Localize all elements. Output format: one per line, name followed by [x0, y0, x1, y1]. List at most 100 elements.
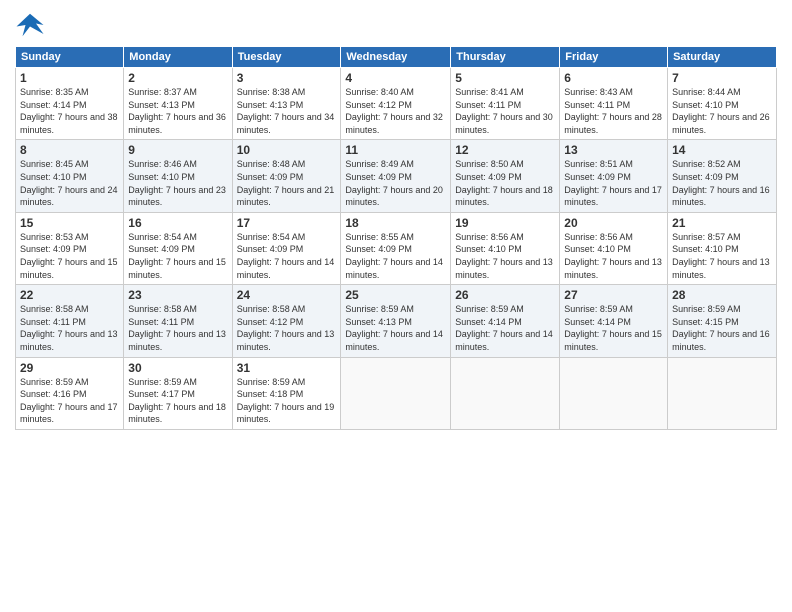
- daylight-text: Daylight: 7 hours and 15 minutes.: [564, 329, 662, 352]
- daylight-text: Daylight: 7 hours and 24 minutes.: [20, 185, 118, 208]
- day-number: 23: [128, 288, 227, 302]
- table-row: 12 Sunrise: 8:50 AM Sunset: 4:09 PM Dayl…: [451, 140, 560, 212]
- sunset-text: Sunset: 4:16 PM: [20, 389, 87, 399]
- calendar-week-row: 8 Sunrise: 8:45 AM Sunset: 4:10 PM Dayli…: [16, 140, 777, 212]
- day-number: 24: [237, 288, 337, 302]
- table-row: 17 Sunrise: 8:54 AM Sunset: 4:09 PM Dayl…: [232, 212, 341, 284]
- sunrise-text: Sunrise: 8:59 AM: [345, 304, 414, 314]
- daylight-text: Daylight: 7 hours and 16 minutes.: [672, 329, 770, 352]
- daylight-text: Daylight: 7 hours and 28 minutes.: [564, 112, 662, 135]
- daylight-text: Daylight: 7 hours and 15 minutes.: [128, 257, 226, 280]
- sunset-text: Sunset: 4:09 PM: [455, 172, 522, 182]
- table-row: 4 Sunrise: 8:40 AM Sunset: 4:12 PM Dayli…: [341, 68, 451, 140]
- day-info: Sunrise: 8:59 AM Sunset: 4:15 PM Dayligh…: [672, 303, 772, 353]
- table-row: 9 Sunrise: 8:46 AM Sunset: 4:10 PM Dayli…: [124, 140, 232, 212]
- calendar-week-row: 22 Sunrise: 8:58 AM Sunset: 4:11 PM Dayl…: [16, 285, 777, 357]
- day-info: Sunrise: 8:54 AM Sunset: 4:09 PM Dayligh…: [128, 231, 227, 281]
- day-number: 18: [345, 216, 446, 230]
- table-row: 5 Sunrise: 8:41 AM Sunset: 4:11 PM Dayli…: [451, 68, 560, 140]
- sunrise-text: Sunrise: 8:46 AM: [128, 159, 197, 169]
- table-row: 27 Sunrise: 8:59 AM Sunset: 4:14 PM Dayl…: [560, 285, 668, 357]
- calendar-week-row: 1 Sunrise: 8:35 AM Sunset: 4:14 PM Dayli…: [16, 68, 777, 140]
- day-info: Sunrise: 8:51 AM Sunset: 4:09 PM Dayligh…: [564, 158, 663, 208]
- day-number: 3: [237, 71, 337, 85]
- sunset-text: Sunset: 4:09 PM: [128, 244, 195, 254]
- sunrise-text: Sunrise: 8:58 AM: [128, 304, 197, 314]
- day-info: Sunrise: 8:49 AM Sunset: 4:09 PM Dayligh…: [345, 158, 446, 208]
- calendar-header-row: Sunday Monday Tuesday Wednesday Thursday…: [16, 47, 777, 68]
- daylight-text: Daylight: 7 hours and 13 minutes.: [20, 329, 118, 352]
- day-info: Sunrise: 8:59 AM Sunset: 4:18 PM Dayligh…: [237, 376, 337, 426]
- sunset-text: Sunset: 4:09 PM: [672, 172, 739, 182]
- daylight-text: Daylight: 7 hours and 18 minutes.: [455, 185, 553, 208]
- table-row: 14 Sunrise: 8:52 AM Sunset: 4:09 PM Dayl…: [668, 140, 777, 212]
- sunrise-text: Sunrise: 8:56 AM: [455, 232, 524, 242]
- day-info: Sunrise: 8:38 AM Sunset: 4:13 PM Dayligh…: [237, 86, 337, 136]
- sunset-text: Sunset: 4:11 PM: [455, 100, 521, 110]
- daylight-text: Daylight: 7 hours and 26 minutes.: [672, 112, 770, 135]
- daylight-text: Daylight: 7 hours and 13 minutes.: [237, 329, 335, 352]
- sunset-text: Sunset: 4:10 PM: [672, 244, 739, 254]
- table-row: 24 Sunrise: 8:58 AM Sunset: 4:12 PM Dayl…: [232, 285, 341, 357]
- table-row: 31 Sunrise: 8:59 AM Sunset: 4:18 PM Dayl…: [232, 357, 341, 429]
- sunset-text: Sunset: 4:12 PM: [237, 317, 304, 327]
- header: [15, 10, 777, 40]
- day-info: Sunrise: 8:45 AM Sunset: 4:10 PM Dayligh…: [20, 158, 119, 208]
- daylight-text: Daylight: 7 hours and 14 minutes.: [345, 329, 443, 352]
- day-number: 9: [128, 143, 227, 157]
- table-row: [341, 357, 451, 429]
- table-row: 23 Sunrise: 8:58 AM Sunset: 4:11 PM Dayl…: [124, 285, 232, 357]
- day-info: Sunrise: 8:41 AM Sunset: 4:11 PM Dayligh…: [455, 86, 555, 136]
- sunset-text: Sunset: 4:15 PM: [672, 317, 739, 327]
- sunset-text: Sunset: 4:18 PM: [237, 389, 304, 399]
- sunrise-text: Sunrise: 8:58 AM: [237, 304, 306, 314]
- calendar-week-row: 15 Sunrise: 8:53 AM Sunset: 4:09 PM Dayl…: [16, 212, 777, 284]
- daylight-text: Daylight: 7 hours and 15 minutes.: [20, 257, 118, 280]
- day-number: 19: [455, 216, 555, 230]
- sunset-text: Sunset: 4:11 PM: [128, 317, 194, 327]
- day-number: 27: [564, 288, 663, 302]
- sunset-text: Sunset: 4:11 PM: [20, 317, 86, 327]
- col-monday: Monday: [124, 47, 232, 68]
- day-info: Sunrise: 8:44 AM Sunset: 4:10 PM Dayligh…: [672, 86, 772, 136]
- sunrise-text: Sunrise: 8:35 AM: [20, 87, 89, 97]
- table-row: 3 Sunrise: 8:38 AM Sunset: 4:13 PM Dayli…: [232, 68, 341, 140]
- col-thursday: Thursday: [451, 47, 560, 68]
- sunrise-text: Sunrise: 8:55 AM: [345, 232, 414, 242]
- sunrise-text: Sunrise: 8:50 AM: [455, 159, 524, 169]
- daylight-text: Daylight: 7 hours and 13 minutes.: [128, 329, 226, 352]
- day-number: 25: [345, 288, 446, 302]
- day-number: 11: [345, 143, 446, 157]
- day-number: 14: [672, 143, 772, 157]
- col-saturday: Saturday: [668, 47, 777, 68]
- sunrise-text: Sunrise: 8:52 AM: [672, 159, 741, 169]
- sunset-text: Sunset: 4:14 PM: [20, 100, 87, 110]
- calendar-table: Sunday Monday Tuesday Wednesday Thursday…: [15, 46, 777, 430]
- day-info: Sunrise: 8:59 AM Sunset: 4:14 PM Dayligh…: [564, 303, 663, 353]
- sunrise-text: Sunrise: 8:40 AM: [345, 87, 414, 97]
- table-row: 2 Sunrise: 8:37 AM Sunset: 4:13 PM Dayli…: [124, 68, 232, 140]
- day-number: 8: [20, 143, 119, 157]
- daylight-text: Daylight: 7 hours and 20 minutes.: [345, 185, 443, 208]
- day-info: Sunrise: 8:58 AM Sunset: 4:11 PM Dayligh…: [20, 303, 119, 353]
- sunset-text: Sunset: 4:10 PM: [128, 172, 195, 182]
- daylight-text: Daylight: 7 hours and 32 minutes.: [345, 112, 443, 135]
- daylight-text: Daylight: 7 hours and 34 minutes.: [237, 112, 335, 135]
- day-info: Sunrise: 8:54 AM Sunset: 4:09 PM Dayligh…: [237, 231, 337, 281]
- day-number: 20: [564, 216, 663, 230]
- sunset-text: Sunset: 4:17 PM: [128, 389, 195, 399]
- sunrise-text: Sunrise: 8:59 AM: [455, 304, 524, 314]
- sunset-text: Sunset: 4:09 PM: [345, 244, 412, 254]
- table-row: 28 Sunrise: 8:59 AM Sunset: 4:15 PM Dayl…: [668, 285, 777, 357]
- day-info: Sunrise: 8:59 AM Sunset: 4:13 PM Dayligh…: [345, 303, 446, 353]
- day-info: Sunrise: 8:46 AM Sunset: 4:10 PM Dayligh…: [128, 158, 227, 208]
- table-row: 19 Sunrise: 8:56 AM Sunset: 4:10 PM Dayl…: [451, 212, 560, 284]
- day-number: 1: [20, 71, 119, 85]
- sunrise-text: Sunrise: 8:59 AM: [128, 377, 197, 387]
- daylight-text: Daylight: 7 hours and 14 minutes.: [345, 257, 443, 280]
- daylight-text: Daylight: 7 hours and 13 minutes.: [672, 257, 770, 280]
- day-number: 6: [564, 71, 663, 85]
- sunrise-text: Sunrise: 8:59 AM: [672, 304, 741, 314]
- sunrise-text: Sunrise: 8:45 AM: [20, 159, 89, 169]
- table-row: 1 Sunrise: 8:35 AM Sunset: 4:14 PM Dayli…: [16, 68, 124, 140]
